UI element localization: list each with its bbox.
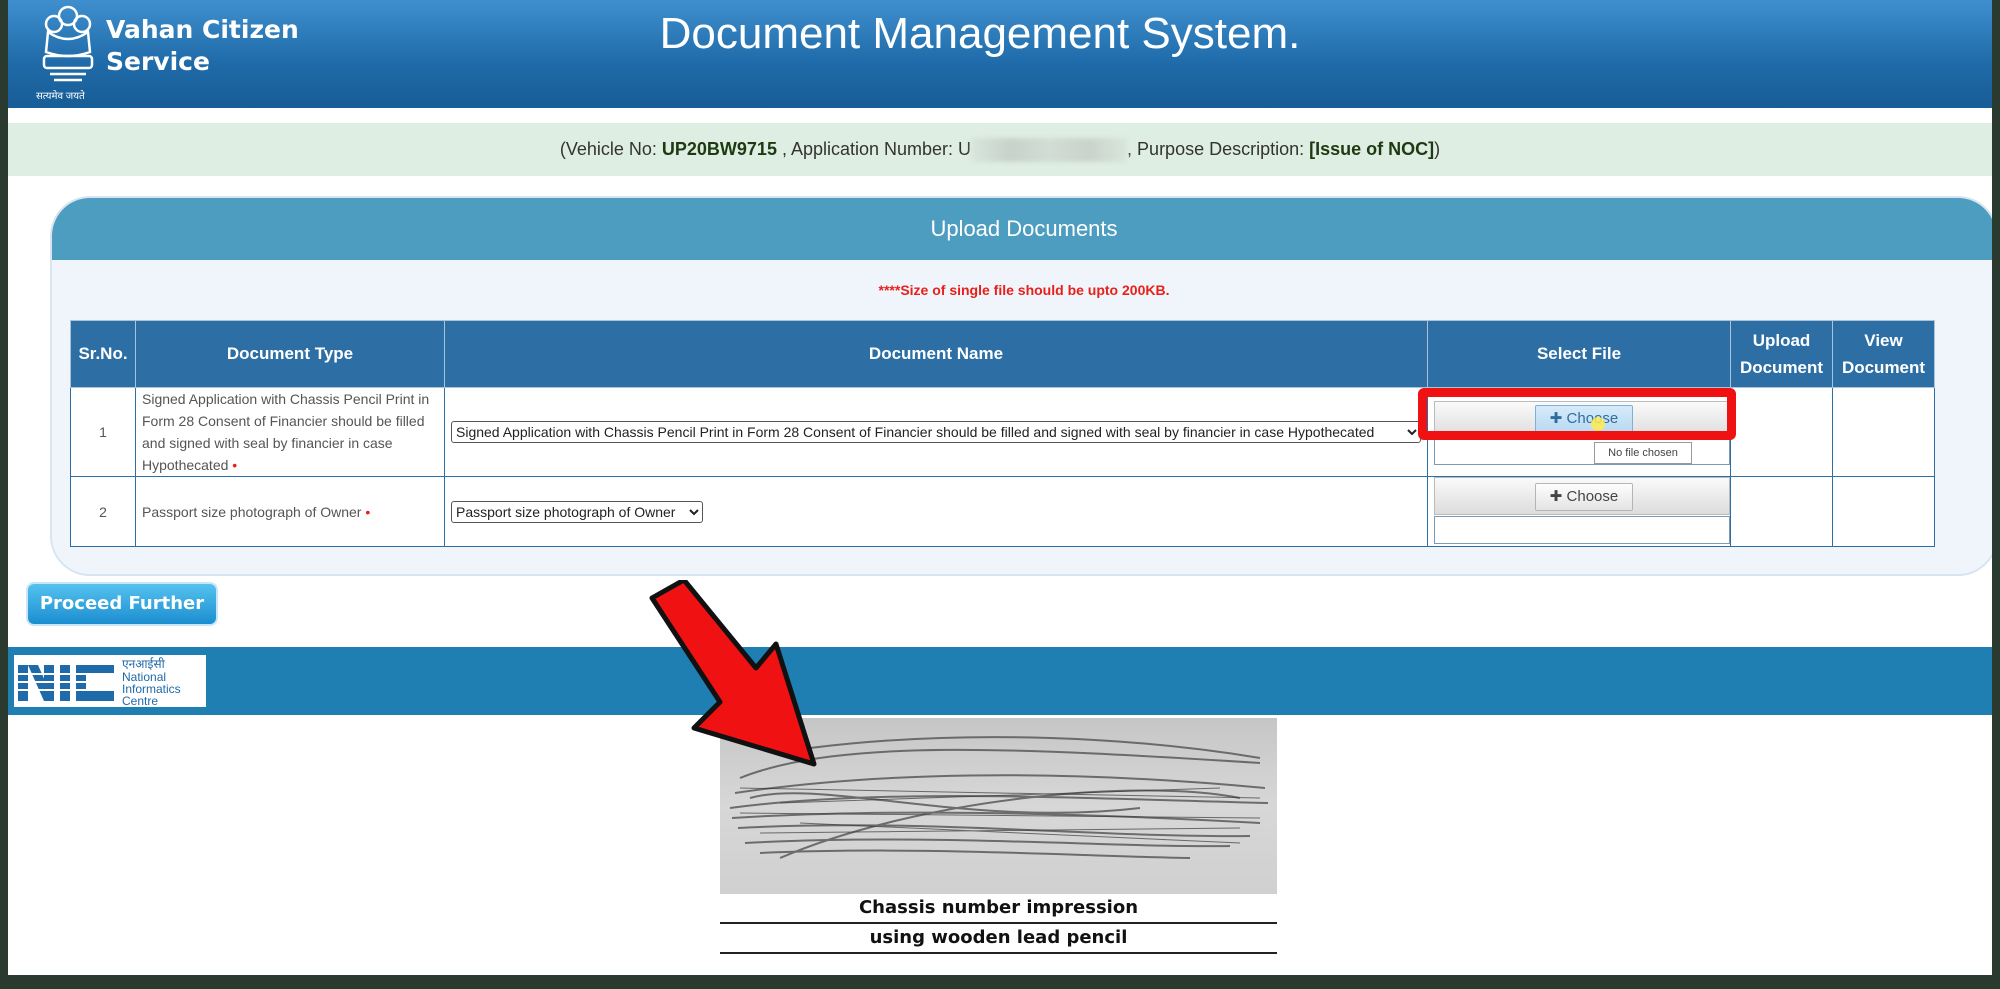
row-select-file: ✚ Choose No file chosen <box>1418 387 1736 477</box>
purpose-description: [Issue of NOC] <box>1309 139 1435 159</box>
chassis-image-caption: Chassis number impression using wooden l… <box>720 894 1277 954</box>
vehicle-number: UP20BW9715 <box>661 139 777 159</box>
document-name-select[interactable]: Passport size photograph of Owner <box>451 500 703 523</box>
caption-line-2: using wooden lead pencil <box>720 924 1277 954</box>
row-sr-no: 2 <box>70 476 136 547</box>
table-header-row: Sr.No. Document Type Document Name Selec… <box>70 320 1935 388</box>
header-document-name: Document Name <box>444 320 1428 388</box>
header-upload-document: Upload Document <box>1730 320 1833 388</box>
nic-logo: एनआईसी National Informatics Centre <box>14 655 206 708</box>
plus-icon: ✚ <box>1549 488 1567 505</box>
documents-table: Sr.No. Document Type Document Name Selec… <box>70 320 1935 547</box>
panel-title: Upload Documents <box>52 198 1992 260</box>
choose-label: Choose <box>1566 488 1619 505</box>
row-select-file: ✚ Choose <box>1427 476 1731 547</box>
site-header: Vahan Citizen Service सत्यमेव जयते Docum… <box>8 0 1992 108</box>
row-sr-no: 1 <box>70 387 136 477</box>
required-marker: • <box>365 503 371 520</box>
vehicle-info-band: (Vehicle No: UP20BW9715 , Application Nu… <box>8 123 1992 176</box>
application-number-label: , Application Number: <box>776 139 959 159</box>
mouse-cursor-icon <box>1591 417 1605 431</box>
row-view-document <box>1832 476 1935 547</box>
info-prefix: (Vehicle No: <box>559 139 662 159</box>
redacted-application-number <box>971 138 1128 163</box>
document-type-text: Signed Application with Chassis Pencil P… <box>142 391 430 473</box>
row-upload-document <box>1730 476 1833 547</box>
proceed-further-button[interactable]: Proceed Further <box>28 584 216 624</box>
row-document-name: Passport size photograph of Owner <box>444 476 1428 547</box>
header-view-document: View Document <box>1832 320 1935 388</box>
emblem-tagline: सत्यमेव जयते <box>36 91 85 102</box>
row-document-name: Signed Application with Chassis Pencil P… <box>444 387 1428 477</box>
file-name-field[interactable] <box>1434 516 1730 544</box>
required-marker: • <box>232 457 238 473</box>
row-document-type: Passport size photograph of Owner • <box>135 476 445 547</box>
page-title: Document Management System. <box>8 6 1992 62</box>
header-select-file: Select File <box>1427 320 1731 388</box>
document-name-select[interactable]: Signed Application with Chassis Pencil P… <box>451 421 1421 443</box>
file-button-bar: ✚ Choose <box>1434 477 1730 515</box>
choose-file-button[interactable]: ✚ Choose <box>1535 483 1633 511</box>
document-type-text: Passport size photograph of Owner <box>142 503 362 520</box>
info-suffix: ) <box>1434 139 1441 159</box>
purpose-label: , Purpose Description: <box>1127 139 1310 159</box>
no-file-tooltip: No file chosen <box>1594 442 1692 464</box>
upload-documents-panel: Upload Documents ****Size of single file… <box>50 196 1992 576</box>
page-title-text: Document Management System. <box>659 9 1301 58</box>
header-document-type: Document Type <box>135 320 445 388</box>
browser-page: Vahan Citizen Service सत्यमेव जयते Docum… <box>8 0 1992 975</box>
row-document-type: Signed Application with Chassis Pencil P… <box>135 387 445 477</box>
table-row: 2 Passport size photograph of Owner • Pa… <box>70 476 1935 547</box>
nic-hindi: एनआईसी <box>122 657 166 671</box>
file-size-note: ****Size of single file should be upto 2… <box>878 282 1170 298</box>
row-view-document <box>1832 387 1935 477</box>
red-pointer-arrow-icon <box>649 580 817 767</box>
header-sr-no: Sr.No. <box>70 320 136 388</box>
row-upload-document <box>1730 387 1833 477</box>
caption-line-1: Chassis number impression <box>720 894 1277 924</box>
site-footer: एनआईसी National Informatics Centre <box>8 647 1992 715</box>
red-highlight-box <box>1418 388 1736 440</box>
table-row: 1 Signed Application with Chassis Pencil… <box>70 387 1935 477</box>
nic-logo-icon: एनआईसी National Informatics Centre <box>14 657 181 708</box>
nic-line-3: Centre <box>122 694 158 707</box>
application-number: U <box>958 139 972 159</box>
